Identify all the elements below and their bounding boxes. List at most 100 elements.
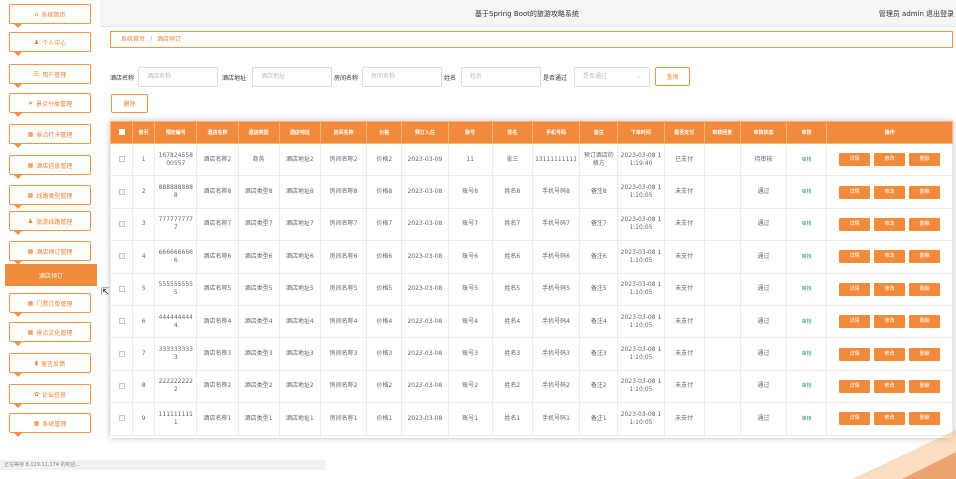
detail-button[interactable]: 详情 xyxy=(839,347,871,361)
table-cell: 价格7 xyxy=(366,207,403,242)
row-checkbox[interactable] xyxy=(118,220,125,227)
booking-table: 索引 预定编号 酒店名称 酒店类型 酒店地址 房间名称 价格 预订入住 账号 姓名 手机号码 备注 下单… xyxy=(109,121,953,438)
sidebar-item-4[interactable]: ➤ 景点分类管理 xyxy=(9,93,91,113)
sidebar-item-5[interactable]: ▦ 景点打卡管理 xyxy=(9,124,91,144)
audit-link[interactable]: 审核 xyxy=(802,254,812,260)
edit-button[interactable]: 修改 xyxy=(874,217,906,231)
sidebar-item-14[interactable]: ▦ 系统管理 xyxy=(9,413,91,433)
select-all-header[interactable] xyxy=(109,121,134,144)
sidebar-item-9[interactable]: ▦ 酒店预订管理 xyxy=(9,241,91,261)
delete-button[interactable]: 删除 xyxy=(909,185,941,199)
sidebar-item-11[interactable]: ▦ 景点文化管理 xyxy=(9,322,91,342)
row-checkbox[interactable] xyxy=(118,350,125,357)
menu-pointer xyxy=(14,373,22,377)
detail-button[interactable]: 详情 xyxy=(839,185,871,199)
audit-link[interactable]: 审核 xyxy=(802,351,812,357)
select-all-checkbox[interactable] xyxy=(118,129,125,136)
row-checkbox[interactable] xyxy=(118,188,125,195)
table-row: 2 8888888888 酒店名称8 酒店类型8 酒店地址8 房间名称8 价格8 2023-0… xyxy=(109,175,953,209)
approved-select[interactable]: 是否通过 ⌄ xyxy=(574,67,650,87)
room-name-input[interactable]: 房间名称 xyxy=(362,67,442,87)
row-checkbox[interactable] xyxy=(118,318,125,325)
table-cell: 未支付 xyxy=(663,337,705,371)
sidebar-item-8[interactable]: ♟ 旅游线路管理 xyxy=(9,211,91,231)
sidebar-item-10[interactable]: ▦ 门票订单管理 xyxy=(9,293,91,313)
table-cell: 通过 xyxy=(739,207,788,242)
query-button[interactable]: 查询 xyxy=(655,67,690,86)
edit-button[interactable]: 修改 xyxy=(874,282,906,296)
table-cell: 姓名5 xyxy=(491,272,533,306)
audit-link[interactable]: 审核 xyxy=(802,157,812,163)
search-form: 酒店名称 酒店名称 酒店地址 酒店地址 房间名称 房间名称 姓名 姓名 是否通过… xyxy=(110,66,710,88)
delete-button[interactable]: 删除 xyxy=(909,282,941,296)
audit-link[interactable]: 审核 xyxy=(802,286,812,292)
table-cell: 酒店名称7 xyxy=(196,207,239,242)
sidebar-item-13[interactable]: ✿ 论坛信息 xyxy=(9,384,91,404)
submenu-hotel-booking[interactable]: 酒店预订 xyxy=(5,264,97,286)
table-cell: 备注1 xyxy=(579,402,619,436)
table-cell: 商务 xyxy=(237,142,280,177)
row-checkbox[interactable] xyxy=(118,253,125,260)
table-cell: 预订酒店的格方 xyxy=(579,142,619,177)
table-cell: 2023-03-08 xyxy=(401,240,449,274)
row-checkbox[interactable] xyxy=(118,285,125,292)
delete-button[interactable]: 删除 xyxy=(909,315,941,329)
hotel-address-input[interactable]: 酒店地址 xyxy=(252,67,332,87)
row-select-cell[interactable] xyxy=(109,304,134,339)
detail-button[interactable]: 详情 xyxy=(839,282,871,296)
row-checkbox[interactable] xyxy=(118,156,125,163)
sidebar-item-3[interactable]: ☰ 用户管理 xyxy=(9,64,91,84)
delete-button[interactable]: 删除 xyxy=(909,153,941,167)
delete-button[interactable]: 删除 xyxy=(909,379,941,393)
delete-button[interactable]: 删除 xyxy=(909,217,941,231)
row-select-cell[interactable] xyxy=(109,337,134,371)
table-cell: 备注2 xyxy=(579,369,619,404)
detail-button[interactable]: 详情 xyxy=(839,379,871,393)
detail-button[interactable]: 详情 xyxy=(839,217,871,231)
row-select-cell[interactable] xyxy=(109,240,134,274)
audit-link[interactable]: 审核 xyxy=(802,189,812,195)
sidebar-item-2[interactable]: ♟ 个人中心 xyxy=(9,32,91,52)
row-select-cell[interactable] xyxy=(109,402,134,436)
sidebar-item-label: 酒店信息管理 xyxy=(36,162,73,170)
edit-button[interactable]: 修改 xyxy=(874,379,906,393)
delete-button[interactable]: 删除 xyxy=(909,347,941,361)
sidebar-item-6[interactable]: ▦ 酒店信息管理 xyxy=(9,155,91,175)
detail-button[interactable]: 详情 xyxy=(839,315,871,329)
table-cell xyxy=(703,337,741,371)
table-cell: 4 xyxy=(132,240,156,274)
row-checkbox[interactable] xyxy=(118,415,125,422)
row-select-cell[interactable] xyxy=(109,207,134,242)
audit-link[interactable]: 审核 xyxy=(802,319,812,325)
name-input[interactable]: 姓名 xyxy=(461,67,541,87)
audit-link[interactable]: 审核 xyxy=(802,221,812,227)
edit-button[interactable]: 修改 xyxy=(874,185,906,199)
delete-button[interactable]: 删除 xyxy=(909,250,941,264)
hotel-name-input[interactable]: 酒店名称 xyxy=(138,67,218,87)
table-cell: 3333333333 xyxy=(154,337,198,371)
table-cell: 酒店类型5 xyxy=(237,272,280,306)
bulk-delete-button[interactable]: 删除 xyxy=(111,94,148,113)
detail-button[interactable]: 详情 xyxy=(839,153,871,167)
breadcrumb-home[interactable]: 系统首页 xyxy=(121,36,145,43)
table-cell: 13111111111 xyxy=(531,142,581,177)
audit-link[interactable]: 审核 xyxy=(802,383,812,389)
row-checkbox[interactable] xyxy=(118,382,125,389)
row-select-cell[interactable] xyxy=(109,142,134,177)
sidebar-item-7[interactable]: ▦ 线路类型管理 xyxy=(9,185,91,205)
table-cell: 酒店名称6 xyxy=(196,240,239,274)
logout-link[interactable]: 退出登录 xyxy=(926,9,954,19)
edit-button[interactable]: 修改 xyxy=(874,347,906,361)
edit-button[interactable]: 修改 xyxy=(874,153,906,167)
sidebar-item-1[interactable]: ⌂ 系统首页 xyxy=(9,4,91,24)
row-select-cell[interactable] xyxy=(109,369,134,404)
table-cell: 价格4 xyxy=(366,304,403,339)
row-select-cell[interactable] xyxy=(109,272,134,306)
edit-button[interactable]: 修改 xyxy=(874,250,906,264)
edit-button[interactable]: 修改 xyxy=(874,315,906,329)
background-decoration xyxy=(852,429,956,479)
detail-button[interactable]: 详情 xyxy=(839,250,871,264)
sidebar-item-12[interactable]: ▮ 留言反馈 xyxy=(9,353,91,373)
table-cell: 价格1 xyxy=(366,402,403,436)
row-select-cell[interactable] xyxy=(109,175,134,209)
